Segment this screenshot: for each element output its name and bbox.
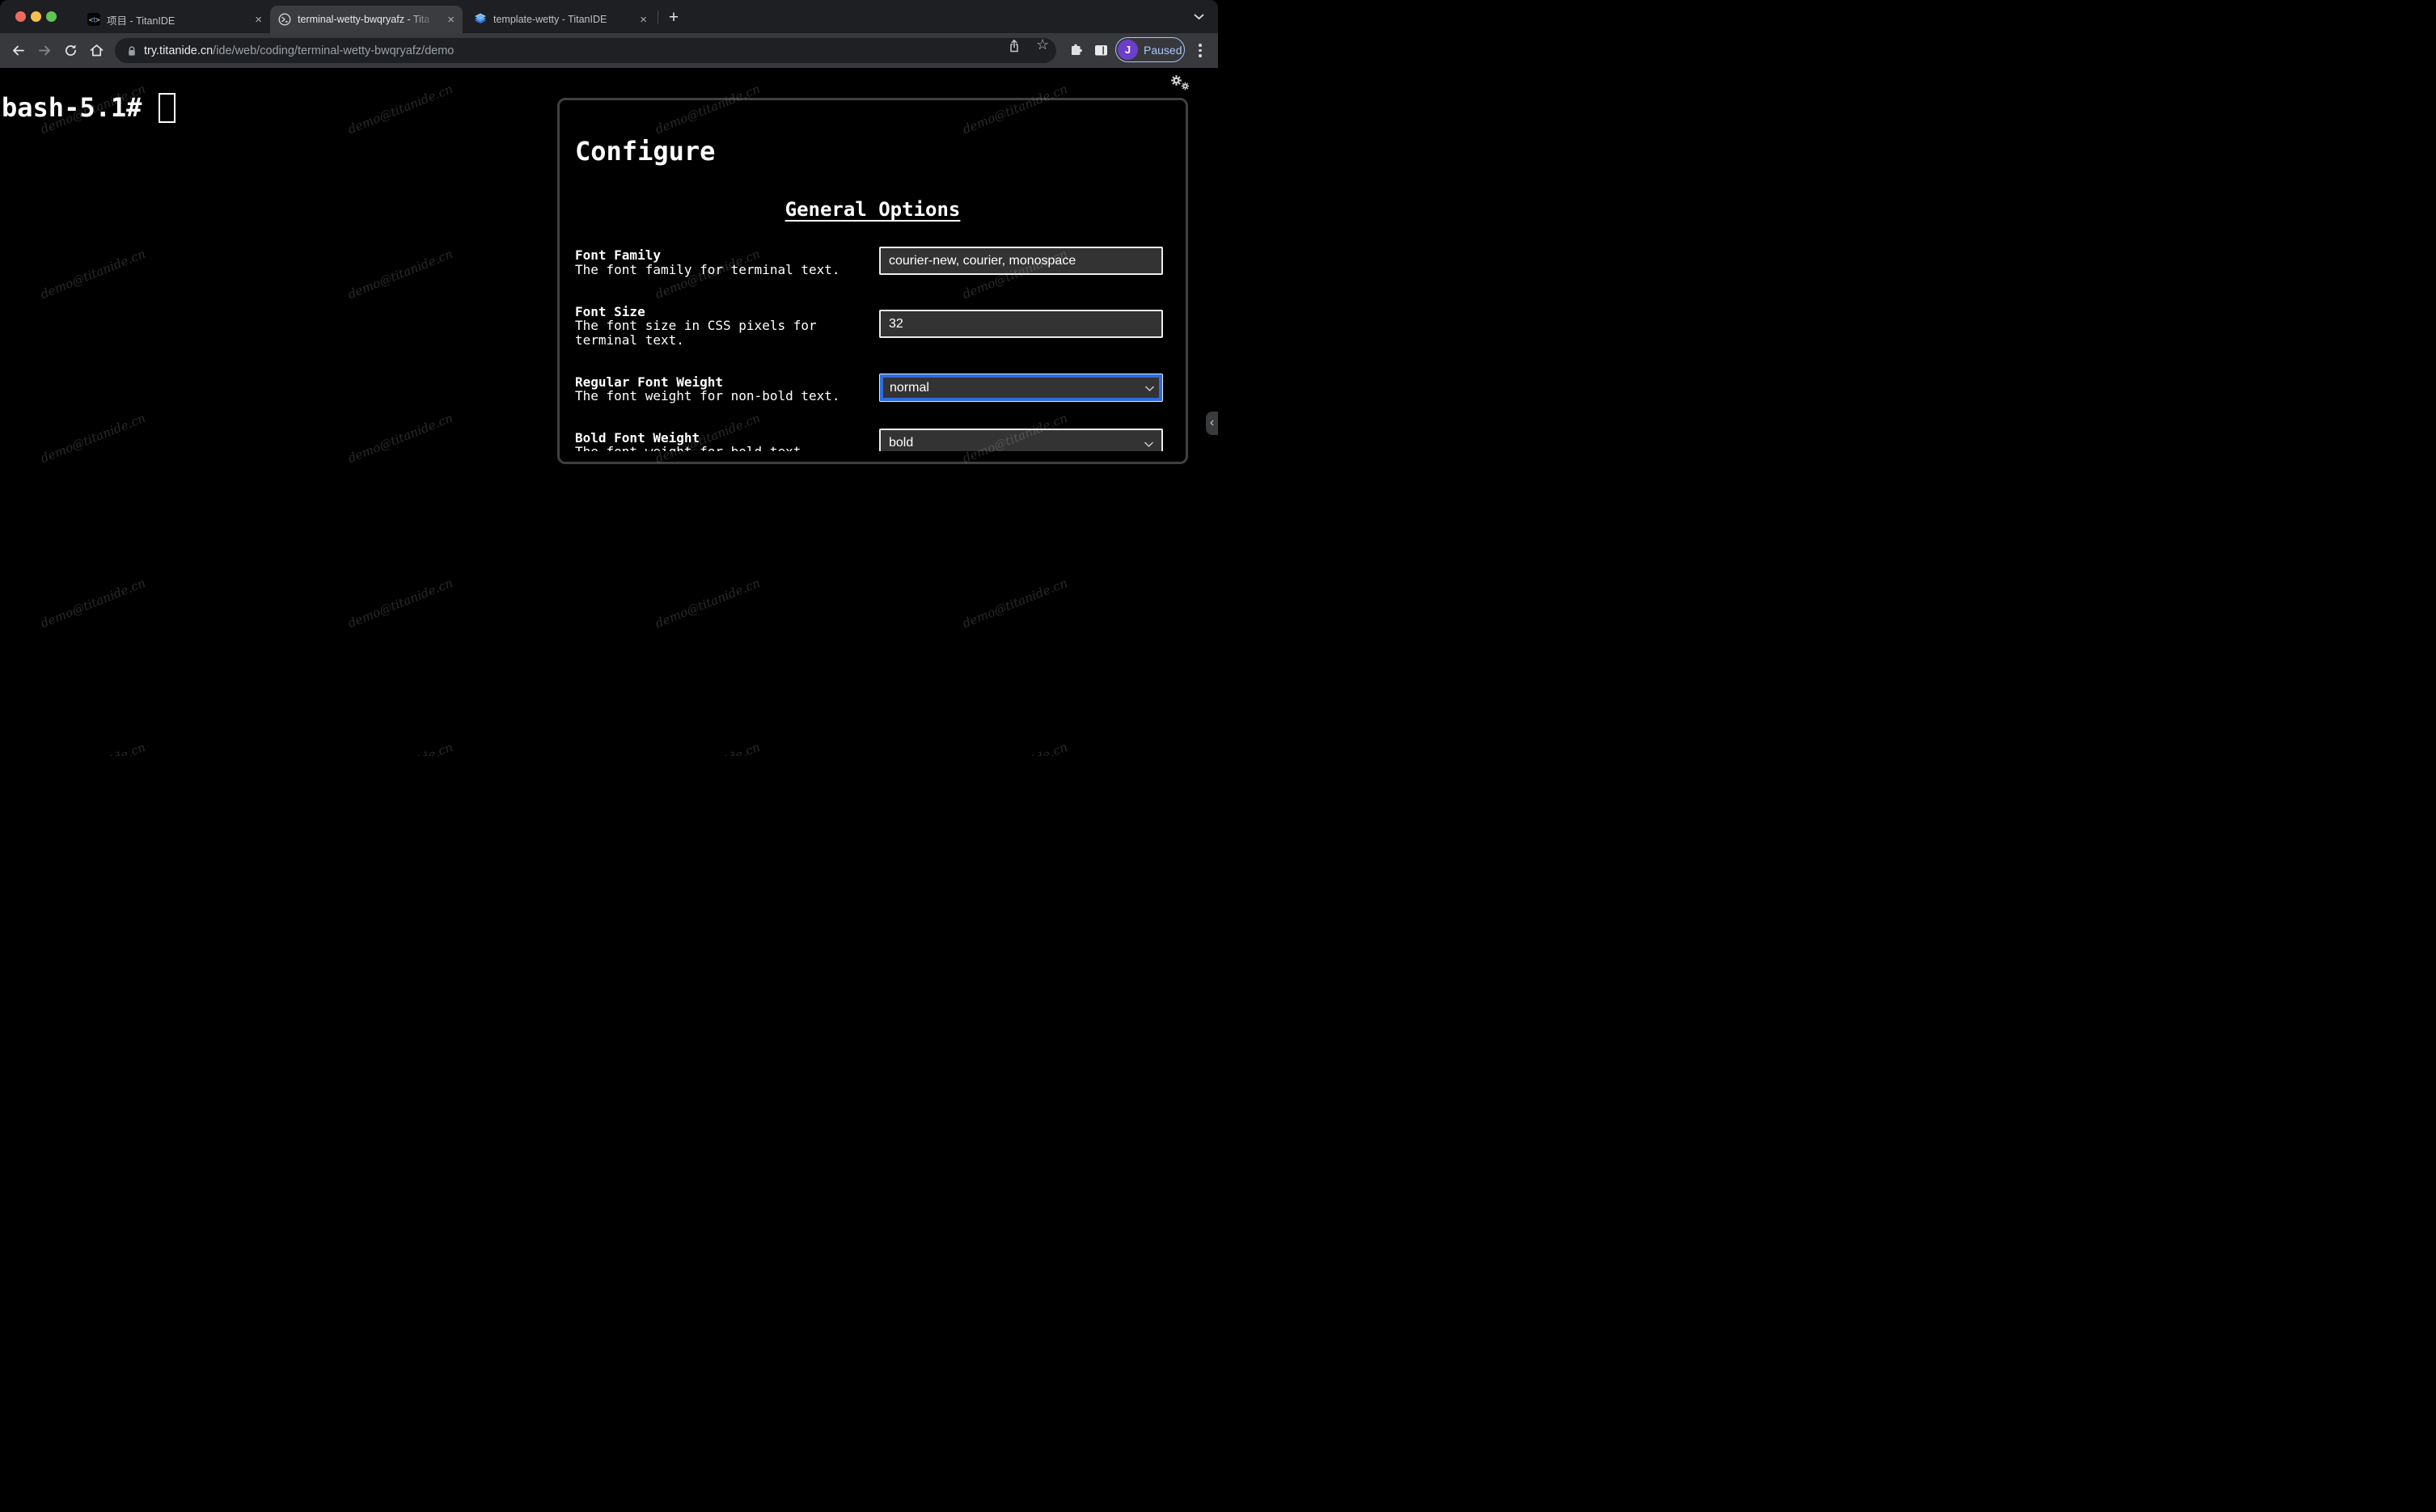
url-text: try.titanide.cn/ide/web/coding/terminal-… — [144, 44, 454, 57]
new-tab-button[interactable]: + — [663, 7, 684, 28]
tab-search-chevron-icon[interactable] — [1194, 14, 1204, 20]
profile-status-label: Paused — [1144, 43, 1182, 57]
bold-font-weight-description: The font weight for bold text. — [575, 445, 858, 452]
url-host: try.titanide.cn — [144, 44, 214, 57]
zoom-window-button[interactable] — [46, 11, 57, 22]
watermark-text: demo@titanide.cn — [345, 410, 455, 467]
minimize-window-button[interactable] — [31, 11, 41, 22]
home-icon[interactable] — [89, 43, 104, 58]
terminal-area[interactable]: bash-5.1# Configure General Options Font… — [0, 68, 1218, 756]
watermark-text: demo@titanide.cn — [345, 81, 455, 137]
chevron-down-icon — [1144, 386, 1155, 392]
bookmark-star-icon[interactable]: ☆ — [1036, 36, 1049, 53]
svg-text:</>: </> — [478, 15, 484, 19]
watermark-text: demo@titanide.cn — [38, 575, 148, 631]
avatar: J — [1118, 40, 1138, 60]
tab-template-wetty[interactable]: </> template-wetty - TitanIDE × — [466, 6, 655, 33]
svg-text:>: > — [95, 17, 100, 25]
terminal-prompt: bash-5.1# — [2, 92, 142, 123]
extensions-puzzle-icon[interactable] — [1069, 44, 1083, 57]
forward-icon[interactable] — [37, 43, 53, 58]
back-icon[interactable] — [11, 43, 26, 58]
watermark-text: demo@titanide.cn — [39, 740, 148, 756]
watermark-text: demo@titanide.cn — [653, 575, 763, 631]
tab-title: terminal-wetty-bwqryafz - Tita — [298, 14, 430, 25]
watermark-text: demo@titanide.cn — [345, 575, 455, 631]
tab-strip: < t > 项目 - TitanIDE × terminal-wetty-bwqry… — [0, 0, 1218, 33]
lock-icon[interactable] — [127, 45, 137, 57]
reload-icon[interactable] — [63, 43, 78, 58]
browser-menu-icon[interactable] — [1199, 44, 1202, 57]
profile-button[interactable]: J Paused — [1115, 37, 1185, 62]
settings-gears-icon[interactable] — [1170, 74, 1195, 94]
watermark-text: demo@titanide.cn — [345, 246, 455, 302]
watermark-text: demo@titanide.cn — [38, 410, 148, 467]
watermark-text: demo@titanide.cn — [38, 246, 148, 302]
close-icon[interactable]: × — [640, 14, 647, 26]
tab-project[interactable]: < t > 项目 - TitanIDE × — [79, 6, 270, 33]
font-family-description: The font family for terminal text. — [575, 262, 840, 277]
close-window-button[interactable] — [15, 11, 26, 22]
url-path: /ide/web/coding/terminal-wetty-bwqryafz/… — [213, 44, 455, 57]
general-options-heading: General Options — [785, 198, 961, 221]
regular-font-weight-description: The font weight for non-bold text. — [575, 388, 840, 403]
font-size-input[interactable] — [879, 310, 1163, 338]
side-panel-icon[interactable] — [1094, 44, 1108, 57]
watermark-text: demo@titanide.cn — [346, 740, 455, 756]
terminal-cursor — [159, 93, 176, 123]
layers-icon: </> — [475, 13, 486, 23]
toolbar: try.titanide.cn/ide/web/coding/terminal-… — [0, 33, 1218, 68]
window-controls — [15, 11, 57, 22]
chevron-down-icon — [1144, 441, 1154, 448]
collapse-chevron-icon: ‹ — [1209, 416, 1215, 429]
tab-terminal-wetty[interactable]: terminal-wetty-bwqryafz - Tita × — [270, 6, 463, 33]
tab-title: 项目 - TitanIDE — [107, 15, 176, 27]
watermark-text: demo@titanide.cn — [653, 740, 763, 756]
font-family-label: Font Family — [575, 247, 661, 263]
watermark-text: demo@titanide.cn — [960, 575, 1070, 631]
close-icon[interactable]: × — [255, 14, 262, 26]
titanide-logo-icon: < t> — [87, 13, 100, 26]
browser-window: < t > 项目 - TitanIDE × terminal-wetty-bwqry… — [0, 0, 1218, 756]
regular-font-weight-select[interactable]: normal — [879, 374, 1163, 402]
selected-value: normal — [890, 380, 929, 395]
configure-title: Configure — [575, 136, 716, 167]
close-icon[interactable]: × — [447, 14, 455, 26]
watermark-text: demo@titanide.cn — [961, 740, 1070, 756]
font-family-input[interactable] — [879, 247, 1163, 275]
selected-value: bold — [889, 435, 914, 450]
configure-panel-content: Configure General Options Font Family Th… — [560, 100, 1186, 451]
bold-font-weight-select[interactable]: bold — [879, 429, 1163, 451]
share-icon[interactable] — [1009, 39, 1020, 53]
address-bar[interactable]: try.titanide.cn/ide/web/coding/terminal-… — [115, 38, 1056, 63]
tab-title: template-wetty - TitanIDE — [493, 14, 607, 25]
panel-collapse-handle[interactable]: ‹ — [1206, 412, 1218, 435]
font-size-description: The font size in CSS pixels for terminal… — [575, 318, 817, 348]
configure-panel: Configure General Options Font Family Th… — [557, 98, 1188, 464]
terminal-circle-icon — [278, 13, 291, 26]
